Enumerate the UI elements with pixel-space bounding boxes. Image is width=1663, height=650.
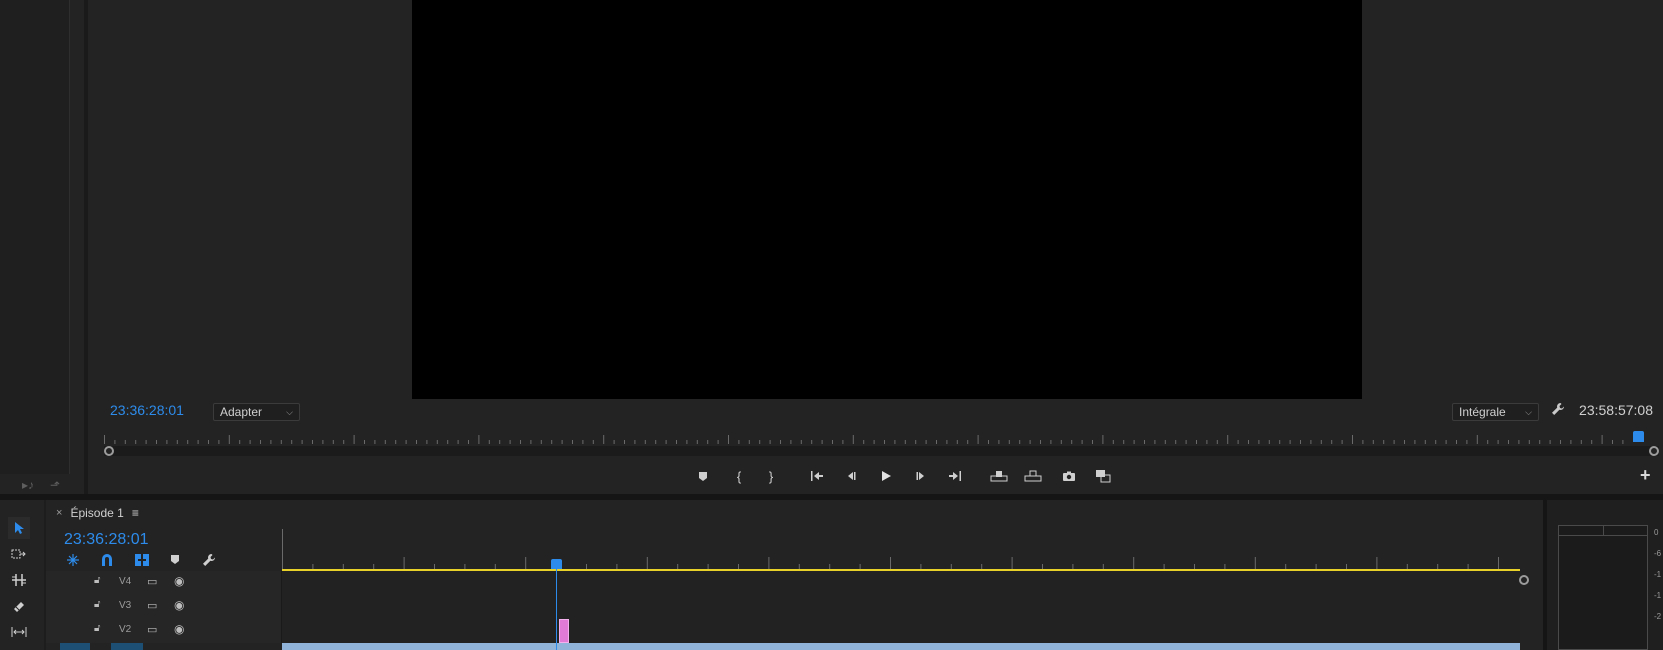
db-label: -2 (1654, 612, 1662, 621)
track-header: 🔓︎ V2 ▭ ◉ (46, 619, 282, 643)
track-lane[interactable] (282, 571, 1520, 595)
go-to-in-icon[interactable] (806, 466, 828, 486)
play-icon[interactable] (875, 466, 897, 486)
monitor-time-ruler[interactable] (104, 432, 1634, 444)
video-frame (412, 0, 1362, 399)
monitor-playhead[interactable] (1633, 431, 1644, 442)
chevron-down-icon: ⌵ (1525, 406, 1532, 417)
eye-icon[interactable]: ◉ (174, 598, 184, 612)
timeline-timecode[interactable]: 23:36:28:01 (64, 531, 149, 549)
db-label: -1 (1654, 591, 1662, 600)
track-name[interactable]: V3 (119, 600, 131, 611)
sequence-duration-timecode: 23:58:57:08 (1579, 402, 1653, 418)
linked-selection-icon[interactable] (134, 553, 150, 570)
compare-view-icon[interactable] (1092, 466, 1114, 486)
go-to-out-icon[interactable] (944, 466, 966, 486)
scroll-start-handle[interactable] (104, 446, 114, 456)
track-select-tool-icon[interactable] (8, 543, 30, 565)
sequence-tab-label: Épisode 1 (70, 506, 124, 520)
sync-lock-icon[interactable]: ▭ (147, 599, 157, 612)
transport-controls: { } (0, 466, 1663, 488)
playback-resolution-value: Intégrale (1459, 405, 1506, 419)
sync-lock-icon[interactable]: ▭ (147, 623, 157, 636)
playback-resolution-dropdown[interactable]: Intégrale ⌵ (1452, 403, 1539, 421)
db-label: 0 (1654, 528, 1659, 537)
sequence-tab[interactable]: × Épisode 1 ≡ (56, 506, 139, 520)
zoom-level-value: Adapter (220, 405, 263, 419)
project-panel-content (0, 0, 70, 474)
lift-icon[interactable] (988, 466, 1010, 486)
db-label: -1 (1654, 570, 1662, 579)
slip-tool-icon[interactable] (8, 621, 30, 643)
razor-tool-icon[interactable] (8, 596, 30, 618)
db-label: -6 (1654, 549, 1662, 558)
settings-wrench-icon[interactable] (1551, 402, 1565, 419)
monitor-zoom-scrollbar[interactable] (104, 446, 1659, 456)
track-lane[interactable] (282, 595, 1520, 619)
nest-sequence-icon[interactable] (66, 553, 80, 570)
eye-icon[interactable]: ◉ (174, 574, 184, 588)
timeline-scroll-handle[interactable] (1519, 575, 1529, 585)
step-forward-icon[interactable] (910, 466, 932, 486)
timeline-playhead[interactable] (551, 559, 562, 569)
close-icon[interactable]: × (56, 507, 62, 519)
audio-meter (1558, 525, 1648, 650)
timeline-settings-wrench-icon[interactable] (202, 553, 216, 570)
camera-icon[interactable] (1058, 466, 1080, 486)
panel-menu-icon[interactable]: ≡ (132, 506, 139, 520)
lock-icon[interactable]: 🔓︎ (94, 575, 100, 586)
track-v2: 🔓︎ V2 ▭ ◉ (46, 619, 1520, 643)
project-panel: ▸♪ ⬏ (0, 0, 88, 494)
timeline-time-ruler[interactable] (282, 527, 1522, 571)
track-name[interactable]: V4 (119, 576, 131, 587)
chevron-down-icon: ⌵ (286, 406, 293, 417)
step-back-icon[interactable] (840, 466, 862, 486)
sync-lock-icon[interactable]: ▭ (147, 575, 157, 588)
mark-in-icon[interactable]: { (728, 466, 750, 486)
track-v3: 🔓︎ V3 ▭ ◉ (46, 595, 1520, 619)
mark-out-icon[interactable]: } (760, 466, 782, 486)
clip-v2[interactable] (559, 619, 569, 643)
snap-magnet-icon[interactable] (100, 553, 114, 570)
button-editor-add-icon[interactable]: + (1640, 465, 1651, 486)
eye-icon[interactable]: ◉ (174, 622, 184, 636)
meter-scale: 0 -6 -1 -1 -2 (1650, 528, 1663, 650)
extract-icon[interactable] (1022, 466, 1044, 486)
track-target-v1[interactable] (111, 643, 143, 650)
playhead-line (556, 569, 557, 650)
track-header: 🔓︎ V4 ▭ ◉ (46, 571, 282, 595)
track-lane[interactable] (282, 619, 1520, 643)
scroll-end-handle[interactable] (1649, 446, 1659, 456)
source-patch-v1[interactable] (60, 643, 90, 650)
marker-icon[interactable] (692, 466, 714, 486)
track-name[interactable]: V2 (119, 624, 131, 635)
lock-icon[interactable]: 🔓︎ (94, 599, 100, 610)
zoom-level-dropdown[interactable]: Adapter ⌵ (213, 403, 300, 421)
track-header: 🔓︎ V3 ▭ ◉ (46, 595, 282, 619)
lock-icon[interactable]: 🔓︎ (94, 623, 100, 634)
add-marker-icon[interactable] (170, 553, 180, 568)
track-v4: 🔓︎ V4 ▭ ◉ (46, 571, 1520, 595)
playhead-timecode[interactable]: 23:36:28:01 (110, 402, 184, 418)
ripple-edit-tool-icon[interactable] (8, 569, 30, 591)
video-clip-v1[interactable] (282, 643, 1520, 650)
selection-tool-icon[interactable] (8, 517, 30, 539)
